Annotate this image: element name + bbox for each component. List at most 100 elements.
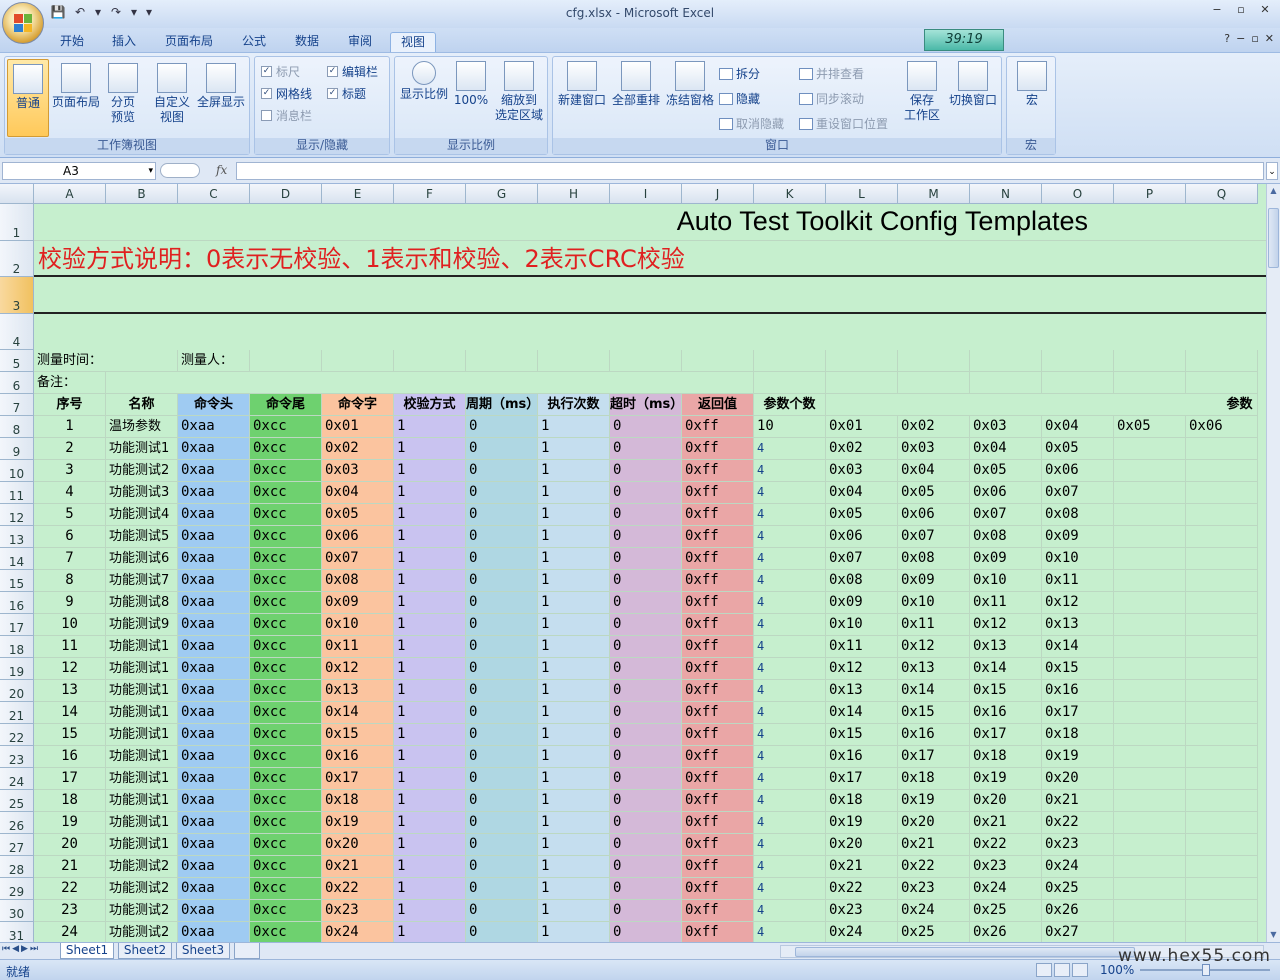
data-cell[interactable]: 21 — [34, 856, 106, 878]
data-cell[interactable]: 0x08 — [898, 548, 970, 570]
data-cell[interactable] — [1186, 592, 1258, 614]
data-cell[interactable]: 功能测试2 — [106, 878, 178, 900]
gridlines-checkbox[interactable]: ✓ 网格线 — [261, 85, 312, 102]
data-cell[interactable]: 0x09 — [322, 592, 394, 614]
row-header-13[interactable]: 13 — [0, 526, 34, 548]
data-cell[interactable]: 0x23 — [898, 878, 970, 900]
data-cell[interactable]: 1 — [394, 636, 466, 658]
data-cell[interactable] — [1186, 790, 1258, 812]
data-cell[interactable]: 4 — [754, 922, 826, 942]
data-cell[interactable]: 0 — [466, 482, 538, 504]
data-cell[interactable]: 0x10 — [322, 614, 394, 636]
data-cell[interactable]: 0x19 — [970, 768, 1042, 790]
data-cell[interactable] — [1114, 878, 1186, 900]
data-cell[interactable] — [1114, 680, 1186, 702]
data-cell[interactable]: 0x21 — [898, 834, 970, 856]
data-cell[interactable]: 0 — [466, 724, 538, 746]
data-cell[interactable]: 0 — [466, 636, 538, 658]
data-cell[interactable]: 0x06 — [1042, 460, 1114, 482]
insert-sheet-icon[interactable] — [234, 943, 260, 959]
data-cell[interactable]: 0xff — [682, 768, 754, 790]
data-cell[interactable]: 0x17 — [898, 746, 970, 768]
data-cell[interactable]: 0x23 — [1042, 834, 1114, 856]
row-header-7[interactable]: 7 — [0, 394, 34, 416]
data-cell[interactable] — [1114, 746, 1186, 768]
row-header-17[interactable]: 17 — [0, 614, 34, 636]
sheet-tab-sheet3[interactable]: Sheet3 — [176, 943, 230, 959]
data-cell[interactable]: 1 — [394, 834, 466, 856]
data-cell[interactable]: 4 — [754, 812, 826, 834]
data-cell[interactable]: 0x15 — [970, 680, 1042, 702]
message-bar-checkbox[interactable]: 消息栏 — [261, 107, 312, 124]
data-cell[interactable]: 功能测试7 — [106, 570, 178, 592]
data-cell[interactable]: 0xcc — [250, 922, 322, 942]
data-cell[interactable]: 0 — [466, 504, 538, 526]
insert-function-icon[interactable]: fx — [216, 162, 227, 178]
data-cell[interactable]: 0x24 — [898, 900, 970, 922]
tab-page-layout[interactable]: 页面布局 — [158, 32, 220, 52]
data-cell[interactable]: 6 — [34, 526, 106, 548]
data-cell[interactable]: 4 — [754, 834, 826, 856]
data-cell[interactable]: 0xaa — [178, 878, 250, 900]
data-cell[interactable]: 4 — [754, 548, 826, 570]
data-cell[interactable]: 1 — [538, 812, 610, 834]
data-cell[interactable]: 0xff — [682, 570, 754, 592]
minimize-icon[interactable]: − — [1206, 2, 1228, 18]
data-cell[interactable]: 0x09 — [898, 570, 970, 592]
data-cell[interactable] — [1186, 900, 1258, 922]
row-header-12[interactable]: 12 — [0, 504, 34, 526]
data-cell[interactable]: 15 — [34, 724, 106, 746]
data-cell[interactable]: 0x22 — [970, 834, 1042, 856]
data-cell[interactable]: 0x07 — [1042, 482, 1114, 504]
data-cell[interactable]: 0xcc — [250, 790, 322, 812]
data-cell[interactable]: 0 — [610, 834, 682, 856]
data-cell[interactable]: 1 — [538, 900, 610, 922]
cell[interactable] — [970, 372, 1042, 394]
data-cell[interactable]: 1 — [538, 482, 610, 504]
remark-label[interactable]: 备注： — [34, 372, 106, 394]
data-cell[interactable]: 0xff — [682, 416, 754, 438]
data-cell[interactable]: 0xcc — [250, 812, 322, 834]
data-cell[interactable]: 0x13 — [1042, 614, 1114, 636]
data-cell[interactable]: 4 — [754, 482, 826, 504]
data-cell[interactable]: 0x08 — [322, 570, 394, 592]
data-cell[interactable]: 0 — [610, 812, 682, 834]
row-header-15[interactable]: 15 — [0, 570, 34, 592]
data-cell[interactable]: 11 — [34, 636, 106, 658]
data-cell[interactable]: 0x25 — [1042, 878, 1114, 900]
remark-value[interactable] — [106, 372, 754, 394]
data-cell[interactable]: 20 — [34, 834, 106, 856]
data-cell[interactable] — [1114, 922, 1186, 942]
data-cell[interactable]: 0xff — [682, 658, 754, 680]
data-cell[interactable]: 24 — [34, 922, 106, 942]
data-cell[interactable]: 功能测试9 — [106, 614, 178, 636]
data-cell[interactable]: 0xff — [682, 812, 754, 834]
data-cell[interactable]: 1 — [394, 812, 466, 834]
name-box[interactable]: A3 ▾ — [2, 162, 156, 180]
data-cell[interactable]: 0 — [610, 790, 682, 812]
measure-time-label[interactable]: 测量时间： — [34, 350, 178, 372]
data-cell[interactable]: 0x18 — [826, 790, 898, 812]
formula-bar-checkbox[interactable]: ✓ 编辑栏 — [327, 63, 378, 80]
data-cell[interactable]: 0 — [610, 922, 682, 942]
data-cell[interactable]: 功能测试6 — [106, 548, 178, 570]
data-cell[interactable] — [1114, 548, 1186, 570]
data-cell[interactable] — [1186, 438, 1258, 460]
data-cell[interactable]: 1 — [34, 416, 106, 438]
measurer-label[interactable]: 测量人： — [178, 350, 250, 372]
data-cell[interactable]: 0x04 — [322, 482, 394, 504]
data-cell[interactable]: 0x18 — [970, 746, 1042, 768]
data-cell[interactable]: 0x09 — [826, 592, 898, 614]
data-cell[interactable]: 1 — [538, 922, 610, 942]
data-cell[interactable]: 0 — [610, 592, 682, 614]
sheet-title[interactable]: Auto Test Toolkit Config Templates — [34, 204, 1266, 241]
data-cell[interactable]: 1 — [538, 636, 610, 658]
data-cell[interactable]: 功能测试1 — [106, 636, 178, 658]
cell[interactable] — [538, 350, 610, 372]
unhide-button[interactable]: 取消隐藏 — [719, 115, 784, 132]
data-cell[interactable]: 0xcc — [250, 900, 322, 922]
selected-cell-a3[interactable] — [34, 277, 1266, 314]
data-cell[interactable]: 0x17 — [322, 768, 394, 790]
data-cell[interactable]: 0xaa — [178, 922, 250, 942]
data-cell[interactable]: 0x15 — [1042, 658, 1114, 680]
